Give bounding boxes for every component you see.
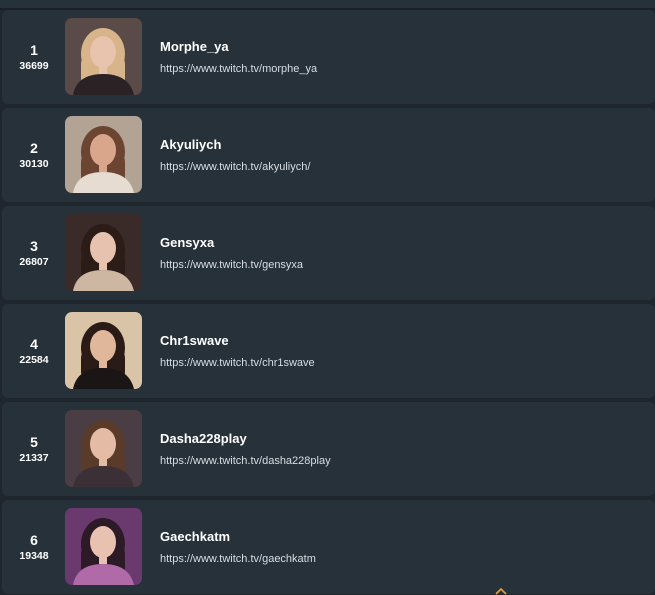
- streamer-name[interactable]: Akyuliych: [160, 137, 221, 153]
- streamer-link[interactable]: https://www.twitch.tv/chr1swave: [160, 356, 315, 370]
- list-item[interactable]: 3 26807 Gensyxa https://www.twitch.tv/ge…: [2, 206, 655, 300]
- score-count: 22584: [19, 353, 49, 366]
- rank-column: 5 21337: [2, 402, 66, 496]
- rank-number: 2: [30, 139, 38, 156]
- score-count: 26807: [19, 255, 49, 268]
- rank-column: 2 30130: [2, 108, 66, 202]
- streamer-link[interactable]: https://www.twitch.tv/akyuliych/: [160, 160, 310, 174]
- streamer-name[interactable]: Gensyxa: [160, 235, 214, 251]
- avatar-image: [65, 410, 142, 487]
- list-item[interactable]: 2 30130 Akyuliych https://www.twitch.tv/…: [2, 108, 655, 202]
- avatar-image: [65, 214, 142, 291]
- list-item[interactable]: 4 22584 Chr1swave https://www.twitch.tv/…: [2, 304, 655, 398]
- score-count: 19348: [19, 549, 49, 562]
- avatar-image: [65, 18, 142, 95]
- score-count: 30130: [19, 157, 49, 170]
- streamer-ranking-list: 1 36699 Morphe_ya https://www.twitch.tv/…: [0, 0, 655, 595]
- streamer-name[interactable]: Chr1swave: [160, 333, 229, 349]
- list-item[interactable]: 6 19348 Gaechkatm https://www.twitch.tv/…: [2, 500, 655, 594]
- rank-column: 1 36699: [2, 10, 66, 104]
- avatar-image: [65, 116, 142, 193]
- avatar-image: [65, 508, 142, 585]
- streamer-link[interactable]: https://www.twitch.tv/gaechkatm: [160, 552, 316, 566]
- rank-number: 3: [30, 237, 38, 254]
- streamer-link[interactable]: https://www.twitch.tv/morphe_ya: [160, 62, 317, 76]
- list-top-edge: [0, 0, 655, 10]
- streamer-name[interactable]: Morphe_ya: [160, 39, 229, 55]
- rank-column: 6 19348: [2, 500, 66, 594]
- avatar[interactable]: [65, 116, 142, 193]
- streamer-name[interactable]: Dasha228play: [160, 431, 247, 447]
- avatar-image: [65, 312, 142, 389]
- chevron-up-icon[interactable]: [495, 588, 507, 595]
- list-item[interactable]: 5 21337 Dasha228play https://www.twitch.…: [2, 402, 655, 496]
- streamer-link[interactable]: https://www.twitch.tv/gensyxa: [160, 258, 303, 272]
- avatar[interactable]: [65, 410, 142, 487]
- rank-number: 6: [30, 531, 38, 548]
- avatar[interactable]: [65, 214, 142, 291]
- rank-number: 1: [30, 41, 38, 58]
- avatar[interactable]: [65, 18, 142, 95]
- streamer-name[interactable]: Gaechkatm: [160, 529, 230, 545]
- score-count: 21337: [19, 451, 49, 464]
- avatar[interactable]: [65, 312, 142, 389]
- rank-number: 4: [30, 335, 38, 352]
- list-item[interactable]: 1 36699 Morphe_ya https://www.twitch.tv/…: [2, 10, 655, 104]
- rank-number: 5: [30, 433, 38, 450]
- rank-column: 4 22584: [2, 304, 66, 398]
- avatar[interactable]: [65, 508, 142, 585]
- rank-column: 3 26807: [2, 206, 66, 300]
- streamer-link[interactable]: https://www.twitch.tv/dasha228play: [160, 454, 331, 468]
- score-count: 36699: [19, 59, 49, 72]
